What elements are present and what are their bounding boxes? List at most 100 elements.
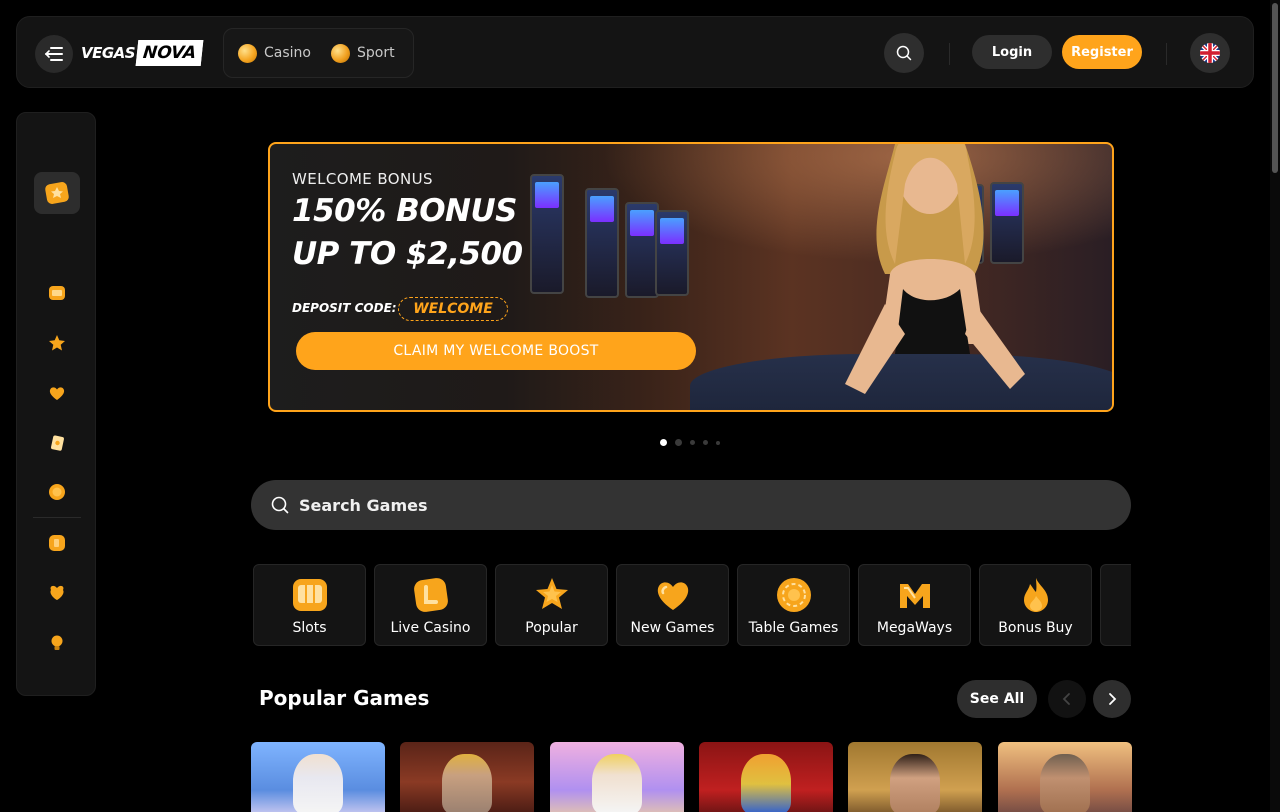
- language-button[interactable]: [1190, 33, 1230, 73]
- category-label: New Games: [630, 620, 715, 636]
- banner-pagination: [660, 439, 720, 446]
- heart-icon: [657, 582, 688, 610]
- banner-label: WELCOME BONUS: [292, 170, 433, 188]
- sidebar-item-table-games[interactable]: [47, 482, 67, 502]
- category-label: Popular: [525, 620, 578, 636]
- category-row: Slots Live Casino Popular New Games Tabl…: [253, 564, 1131, 646]
- login-button[interactable]: Login: [972, 35, 1052, 69]
- menu-icon: [44, 47, 63, 61]
- coin-icon: [238, 43, 257, 63]
- star-icon: [535, 578, 568, 609]
- ball-icon: [330, 43, 350, 63]
- sidebar-item-promo[interactable]: [34, 172, 80, 214]
- claim-bonus-button[interactable]: CLAIM MY WELCOME BOOST: [296, 332, 696, 370]
- game-search-bar[interactable]: [251, 480, 1131, 530]
- uk-flag-icon: [1200, 43, 1220, 63]
- slide-dot[interactable]: [675, 439, 682, 446]
- sidebar-item-popular[interactable]: [47, 333, 67, 353]
- category-table-games[interactable]: Table Games: [737, 564, 850, 646]
- game-thumbnail-image: [442, 754, 492, 812]
- chip-icon: [49, 484, 65, 500]
- header-divider: [1166, 43, 1167, 65]
- game-tile[interactable]: [699, 742, 833, 812]
- bonus-icon: [50, 585, 64, 600]
- banner-title-line2: UP TO $2,500: [292, 236, 523, 272]
- category-more[interactable]: [1100, 564, 1131, 646]
- game-tile[interactable]: [550, 742, 684, 812]
- mode-casino[interactable]: Casino: [238, 43, 311, 63]
- banner-title: 150% BONUS UP TO $2,500: [292, 190, 523, 276]
- fire-icon: [1023, 578, 1048, 612]
- promo-icon: [45, 182, 69, 204]
- game-tile[interactable]: [848, 742, 982, 812]
- game-thumbnail-image: [741, 754, 791, 812]
- deposit-code-badge[interactable]: WELCOME: [398, 297, 508, 321]
- star-icon: [49, 335, 65, 351]
- game-thumbnail-image: [592, 754, 642, 812]
- carousel-prev-button[interactable]: [1048, 680, 1086, 718]
- category-label: Slots: [292, 620, 327, 636]
- banner-title-line1: 150% BONUS: [292, 193, 517, 229]
- scrollbar-thumb[interactable]: [1272, 3, 1278, 173]
- category-new-games[interactable]: New Games: [616, 564, 729, 646]
- game-tile[interactable]: [998, 742, 1132, 812]
- slot-machine-image: [585, 188, 619, 298]
- category-popular[interactable]: Popular: [495, 564, 608, 646]
- chip-icon: [776, 578, 811, 612]
- slots-icon: [292, 579, 327, 611]
- slide-dot[interactable]: [660, 439, 667, 446]
- top-header: VEGAS NOVA Casino Sport Login Register: [16, 16, 1254, 88]
- register-button[interactable]: Register: [1062, 35, 1142, 69]
- category-label: Table Games: [748, 620, 839, 636]
- sidebar-item-favorites[interactable]: [47, 383, 67, 403]
- game-tile[interactable]: [400, 742, 534, 812]
- sidebar-divider: [33, 517, 81, 518]
- game-thumbnail-image: [1040, 754, 1090, 812]
- game-tile[interactable]: [251, 742, 385, 812]
- header-search-button[interactable]: [884, 33, 924, 73]
- search-icon: [896, 45, 912, 61]
- category-slots[interactable]: Slots: [253, 564, 366, 646]
- header-divider: [949, 43, 950, 65]
- slide-dot[interactable]: [690, 440, 695, 445]
- slot-machine-image: [530, 174, 564, 294]
- game-search-input[interactable]: [299, 495, 1059, 515]
- category-bonus-buy[interactable]: Bonus Buy: [979, 564, 1092, 646]
- sidebar-item-slots[interactable]: [47, 283, 67, 303]
- game-thumbnail-image: [293, 754, 343, 812]
- category-megaways[interactable]: MegaWays: [858, 564, 971, 646]
- see-all-button[interactable]: See All: [957, 680, 1037, 718]
- category-label: Bonus Buy: [998, 620, 1073, 636]
- category-label: MegaWays: [876, 620, 953, 636]
- sidebar-item-bonus[interactable]: [47, 583, 67, 603]
- live-casino-icon: [413, 578, 448, 612]
- slide-dot[interactable]: [703, 440, 708, 445]
- welcome-bonus-banner[interactable]: WELCOME BONUS 150% BONUS UP TO $2,500 DE…: [268, 142, 1114, 412]
- deposit-code-label: DEPOSIT CODE:: [292, 301, 397, 315]
- slide-dot[interactable]: [716, 440, 720, 445]
- slot-machine-image: [655, 210, 689, 296]
- logo-text-vegas: VEGAS: [81, 44, 136, 62]
- menu-toggle-button[interactable]: [35, 35, 73, 73]
- site-logo[interactable]: VEGAS NOVA: [81, 39, 204, 67]
- logo-text-nova: NOVA: [135, 40, 204, 66]
- live-icon: [49, 535, 65, 551]
- casino-sport-switch: Casino Sport: [223, 28, 414, 78]
- dealer-model-image: [845, 144, 1025, 394]
- heart-icon: [49, 387, 65, 400]
- mode-casino-label: Casino: [264, 45, 311, 61]
- sidebar-item-tips[interactable]: [47, 633, 67, 653]
- page-scrollbar[interactable]: [1270, 0, 1280, 812]
- card-icon: [51, 435, 64, 451]
- sidebar-item-cards[interactable]: [47, 433, 67, 453]
- mode-sport[interactable]: Sport: [330, 43, 395, 63]
- category-live-casino[interactable]: Live Casino: [374, 564, 487, 646]
- mode-sport-label: Sport: [356, 45, 395, 61]
- search-icon: [271, 496, 289, 514]
- popular-games-title: Popular Games: [259, 686, 430, 710]
- chevron-left-icon: [1062, 693, 1070, 705]
- chevron-right-icon: [1109, 693, 1117, 705]
- sidebar-item-live[interactable]: [47, 533, 67, 553]
- carousel-next-button[interactable]: [1093, 680, 1131, 718]
- megaways-icon: [899, 584, 930, 608]
